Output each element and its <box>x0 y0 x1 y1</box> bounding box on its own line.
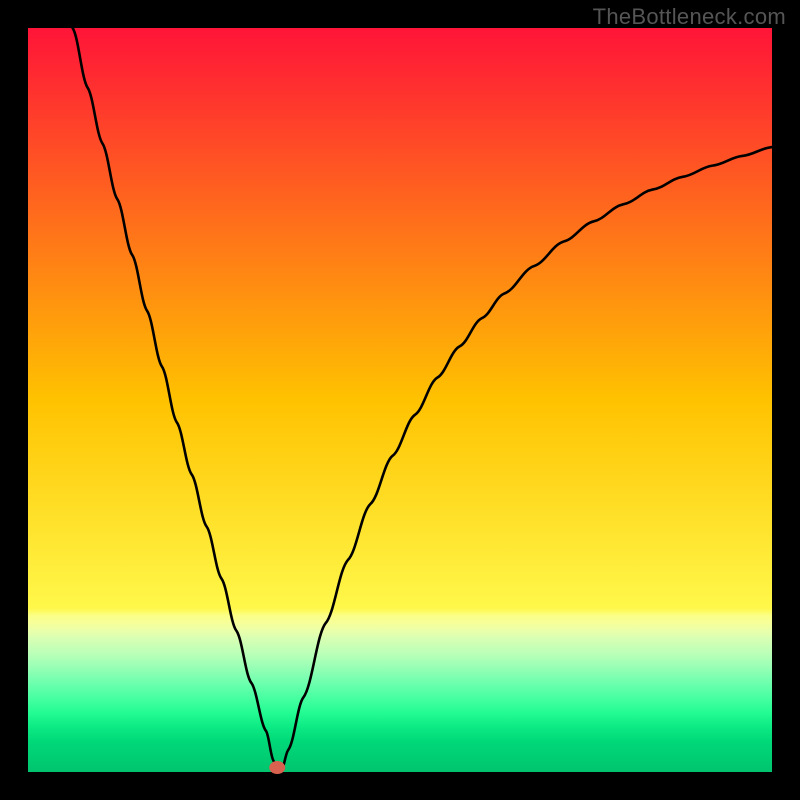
chart-svg <box>0 0 800 800</box>
watermark-label: TheBottleneck.com <box>593 4 786 30</box>
plot-background <box>28 28 772 772</box>
bottleneck-chart: TheBottleneck.com <box>0 0 800 800</box>
bottleneck-marker <box>269 761 285 774</box>
